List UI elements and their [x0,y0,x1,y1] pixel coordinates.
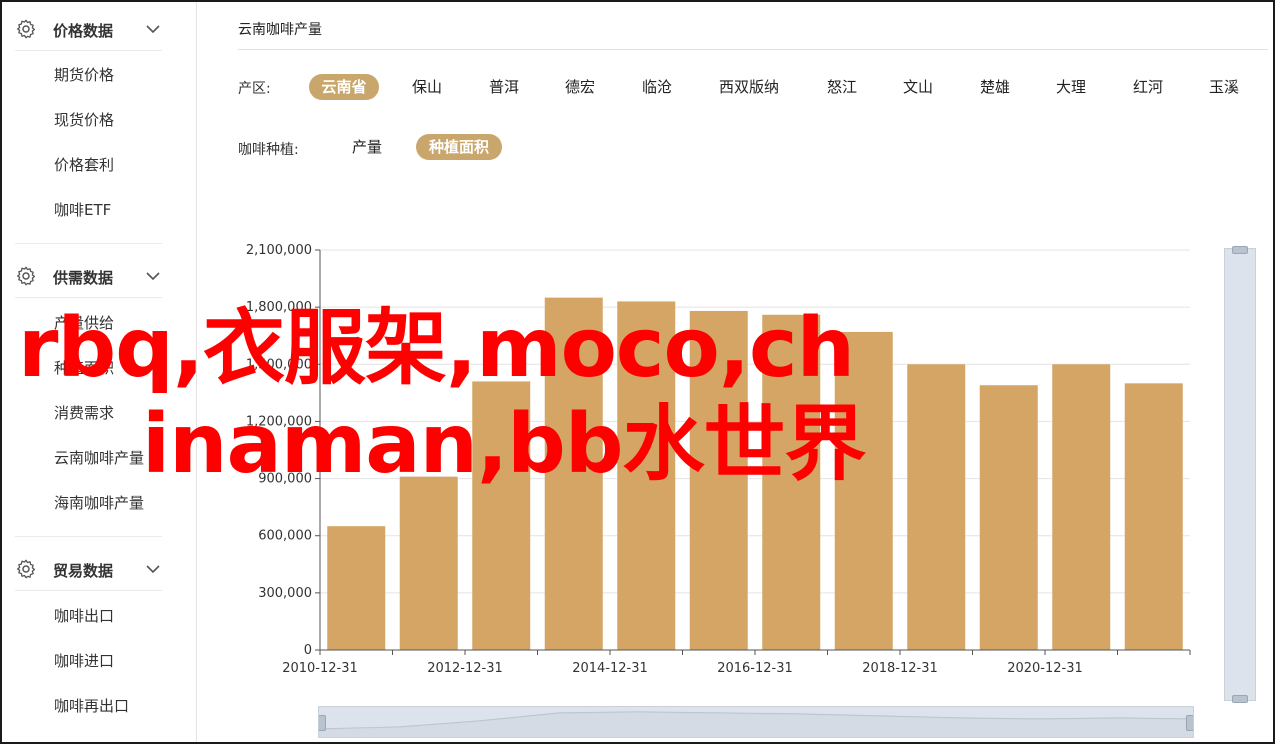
sidebar-item[interactable]: 海南咖啡产量 [54,492,144,513]
zoom-preview-line [319,711,1193,737]
sidebar-item[interactable]: 价格套利 [54,154,114,175]
region-chip[interactable]: 文山 [880,74,956,100]
x-tick-label: 2016-12-31 [717,661,793,676]
region-chip[interactable]: 玉溪 [1186,74,1262,100]
region-chip[interactable]: 楚雄 [957,74,1033,100]
x-tick-label: 2020-12-31 [1007,661,1083,676]
x-tick-label: 2012-12-31 [427,661,503,676]
sidebar-item[interactable]: 云南咖啡产量 [54,447,144,468]
chevron-down-icon[interactable] [144,267,162,285]
bar [1052,364,1111,650]
sidebar-section-title: 供需数据 [53,269,114,287]
sidebar-item[interactable]: 期货价格 [54,64,114,85]
sidebar-divider [15,590,162,591]
region-chip[interactable]: 德宏 [542,74,618,100]
sidebar-item[interactable]: 消费需求 [54,402,114,423]
region-chip[interactable]: 保山 [389,74,465,100]
overlay-text-line-2: inaman,bb水世界 [142,397,867,492]
horizontal-zoom-right-handle[interactable] [1186,715,1193,731]
region-chip[interactable]: 云南省 [309,74,379,100]
y-tick-label: 300,000 [258,586,312,601]
horizontal-zoom-left-handle[interactable] [319,715,326,731]
region-chip[interactable]: 怒江 [804,74,880,100]
title-divider [238,49,1268,50]
sidebar-item[interactable]: 咖啡进口 [54,650,114,671]
bar [979,385,1038,650]
bar [907,364,966,650]
vertical-zoom-top-handle[interactable] [1232,246,1248,254]
region-chip[interactable]: 临沧 [619,74,695,100]
gear-icon [16,559,36,579]
gear-icon [16,266,36,286]
sidebar-item[interactable]: 咖啡ETF [54,199,111,220]
y-tick-label: 0 [304,643,312,658]
sidebar-section-header[interactable]: 供需数据 [2,253,197,299]
chevron-down-icon[interactable] [144,560,162,578]
overlay-text-line-1: rbq,衣服架,moco,ch [18,301,855,396]
sidebar-section-header[interactable]: 价格数据 [2,6,197,52]
x-tick-label: 2018-12-31 [862,661,938,676]
sidebar-section-header[interactable]: 贸易数据 [2,546,197,592]
region-chip[interactable]: 红河 [1110,74,1186,100]
region-chip[interactable]: 普洱 [466,74,542,100]
vertical-zoom-bottom-handle[interactable] [1232,695,1248,703]
horizontal-zoom-slider[interactable] [318,706,1194,738]
type-chip[interactable]: 种植面积 [416,134,502,160]
x-tick-label: 2010-12-31 [282,661,358,676]
sidebar-section-separator [15,243,162,244]
sidebar-section-title: 贸易数据 [53,562,114,580]
type-filter-label: 咖啡种植: [238,142,299,158]
x-tick-label: 2014-12-31 [572,661,648,676]
region-chip[interactable]: 大理 [1033,74,1109,100]
region-chip[interactable]: 西双版纳 [711,74,787,100]
gear-icon [16,19,36,39]
chevron-down-icon[interactable] [144,20,162,38]
bar [399,476,458,650]
app-window: 价格数据 期货价格 现货价格 价格套利 咖啡ETF 供需数据 产量供给 种植面积 消费需求 云南咖… [0,0,1275,744]
sidebar-item[interactable]: 咖啡再出口 [54,695,129,716]
type-chip[interactable]: 产量 [337,134,397,160]
region-filter-label: 产区: [238,81,271,97]
sidebar-section-title: 价格数据 [53,22,114,40]
vertical-zoom-slider[interactable] [1224,246,1256,703]
page-title: 云南咖啡产量 [238,22,322,38]
bar [1124,383,1183,650]
sidebar-item[interactable]: 现货价格 [54,109,114,130]
sidebar-divider [15,50,162,51]
sidebar-section-separator [15,536,162,537]
y-tick-label: 600,000 [258,529,312,544]
sidebar-divider [15,297,162,298]
bar [327,526,386,650]
sidebar-item[interactable]: 咖啡出口 [54,605,114,626]
y-tick-label: 2,100,000 [246,243,312,258]
